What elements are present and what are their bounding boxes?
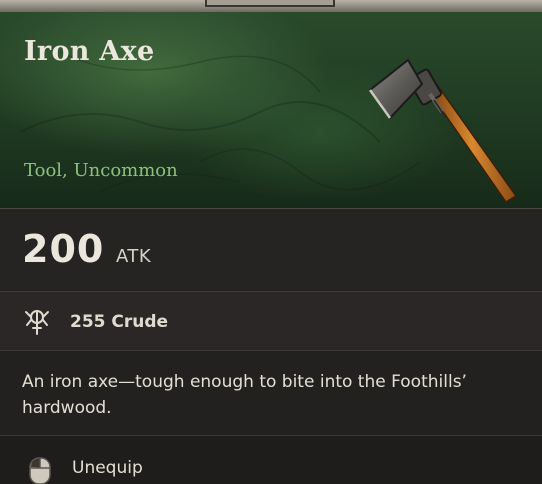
item-header: Iron Axe Tool, Uncommon bbox=[0, 12, 542, 209]
unequip-action[interactable]: Unequip bbox=[0, 436, 542, 484]
attack-stat-row: 200 ATK bbox=[0, 209, 542, 292]
mouse-click-icon bbox=[29, 457, 51, 484]
crude-material-icon bbox=[25, 310, 49, 335]
material-row: 255 Crude bbox=[0, 292, 542, 351]
item-type: Tool, Uncommon bbox=[24, 160, 178, 181]
unequip-label: Unequip bbox=[72, 458, 143, 478]
item-description: An iron axe—tough enough to bite into th… bbox=[22, 372, 467, 418]
description-row: An iron axe—tough enough to bite into th… bbox=[0, 351, 542, 436]
attack-value: 200 bbox=[22, 227, 105, 271]
material-text: 255 Crude bbox=[70, 312, 169, 332]
iron-axe-icon bbox=[368, 58, 518, 204]
frame-notch bbox=[205, 0, 335, 7]
item-tooltip: Iron Axe Tool, Uncommon 200 ATK 255 Crud… bbox=[0, 0, 542, 484]
item-name: Iron Axe bbox=[24, 36, 155, 67]
attack-label: ATK bbox=[116, 246, 152, 267]
